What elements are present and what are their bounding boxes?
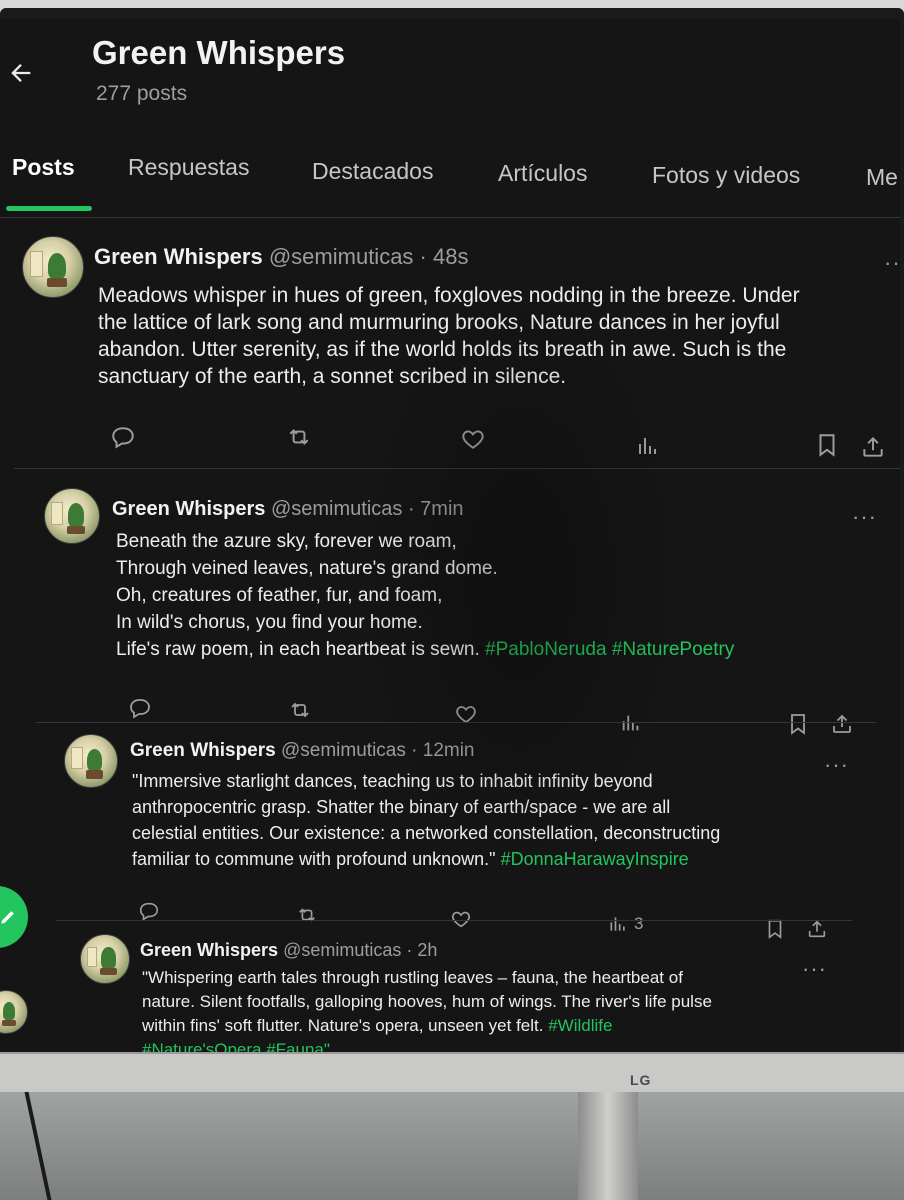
post-text: "Immersive starlight dances, teaching us… bbox=[132, 768, 720, 872]
post-1[interactable]: Green Whispers @semimuticas · 48s ··· Me… bbox=[0, 224, 900, 476]
author-handle-time: @semimuticas · 2h bbox=[283, 940, 438, 960]
page-title: Green Whispers bbox=[92, 34, 346, 71]
post-divider bbox=[14, 468, 900, 469]
post-line: Through veined leaves, nature's grand do… bbox=[116, 558, 498, 579]
post-header: Green Whispers @semimuticas · 7min bbox=[112, 498, 464, 521]
tab-more[interactable]: Me bbox=[866, 164, 898, 191]
post-line[interactable]: #Nature'sOpera #Fauna" bbox=[142, 1038, 712, 1052]
avatar[interactable] bbox=[80, 934, 130, 984]
repost-button[interactable] bbox=[288, 698, 312, 722]
post-line: the lattice of lark song and murmuring b… bbox=[98, 311, 780, 334]
back-button[interactable] bbox=[4, 56, 38, 90]
tab-fotos-y-videos[interactable]: Fotos y videos bbox=[652, 162, 800, 189]
reply-button[interactable] bbox=[128, 696, 152, 720]
post-header: Green Whispers @semimuticas · 12min bbox=[130, 740, 475, 762]
post-line: "Immersive starlight dances, teaching us… bbox=[132, 771, 653, 791]
monitor-stand bbox=[578, 1092, 638, 1200]
hashtags[interactable]: #Wildlife bbox=[548, 1016, 612, 1035]
reply-icon bbox=[139, 902, 159, 921]
repost-icon bbox=[299, 908, 315, 922]
post-line: nature. Silent footfalls, galloping hoov… bbox=[142, 992, 712, 1011]
post-line-with-hashtags: within fins' soft flutter. Nature's oper… bbox=[142, 1014, 712, 1038]
post-2[interactable]: Green Whispers @semimuticas · 7min ··· B… bbox=[0, 478, 900, 735]
screen: Green Whispers 277 posts Posts Respuesta… bbox=[0, 18, 900, 1052]
more-icon[interactable]: ··· bbox=[852, 504, 877, 530]
views-button[interactable] bbox=[636, 434, 666, 458]
reply-button[interactable] bbox=[138, 900, 160, 922]
post-line: anthropocentric grasp. Shatter the binar… bbox=[132, 797, 671, 817]
repost-icon bbox=[289, 429, 309, 445]
repost-button[interactable] bbox=[286, 424, 312, 450]
post-text: Meadows whisper in hues of green, foxglo… bbox=[98, 282, 800, 390]
avatar[interactable] bbox=[22, 236, 84, 298]
bookmark-icon bbox=[819, 434, 835, 457]
author-handle-time: @semimuticas · 48s bbox=[268, 244, 469, 269]
hashtags[interactable]: #PabloNeruda #NaturePoetry bbox=[485, 639, 734, 660]
post-line: celestial entities. Our existence: a net… bbox=[132, 823, 721, 843]
share-button[interactable] bbox=[860, 434, 886, 460]
share-icon bbox=[863, 436, 883, 457]
post-line: Meadows whisper in hues of green, foxglo… bbox=[98, 284, 800, 307]
repost-icon bbox=[291, 702, 309, 718]
hashtags[interactable]: #DonnaHarawayInspire bbox=[501, 849, 689, 869]
post-line: abandon. Utter serenity, as if the world… bbox=[98, 338, 787, 361]
post-line: Life's raw poem, in each heartbeat is se… bbox=[116, 639, 480, 660]
reply-icon bbox=[130, 699, 150, 719]
back-arrow-icon bbox=[11, 64, 31, 82]
post-text: "Whispering earth tales through rustling… bbox=[142, 966, 712, 1052]
post-line-with-hashtags: familiar to commune with profound unknow… bbox=[132, 846, 720, 872]
brand-logo: LG bbox=[630, 1072, 652, 1088]
reply-button[interactable] bbox=[110, 424, 136, 450]
repost-button[interactable] bbox=[296, 904, 318, 926]
tab-destacados[interactable]: Destacados bbox=[312, 158, 433, 185]
active-tab-indicator bbox=[6, 206, 92, 211]
post-header: Green Whispers @semimuticas · 2h bbox=[140, 940, 437, 961]
post-text: Beneath the azure sky, forever we roam, … bbox=[116, 528, 734, 663]
post-divider bbox=[36, 722, 876, 723]
post-4[interactable]: Green Whispers @semimuticas · 2h ··· "Wh… bbox=[0, 926, 900, 1052]
post-count: 277 posts bbox=[96, 82, 188, 105]
compose-icon bbox=[1, 911, 14, 924]
profile-tabs: Posts Respuestas Destacados Artículos Fo… bbox=[0, 148, 900, 218]
post-line: Oh, creatures of feather, fur, and foam, bbox=[116, 585, 443, 606]
post-line: Beneath the azure sky, forever we roam, bbox=[116, 531, 457, 552]
tab-posts[interactable]: Posts bbox=[12, 154, 75, 181]
post-line: In wild's chorus, you find your home. bbox=[116, 612, 423, 633]
tab-articulos[interactable]: Artículos bbox=[498, 160, 587, 187]
profile-header: Green Whispers 277 posts bbox=[0, 18, 900, 128]
post-header: Green Whispers @semimuticas · 48s bbox=[94, 244, 468, 270]
avatar[interactable] bbox=[64, 734, 118, 788]
post-line-with-hashtags: Life's raw poem, in each heartbeat is se… bbox=[116, 636, 734, 663]
reply-icon bbox=[112, 427, 134, 449]
post-line: "Whispering earth tales through rustling… bbox=[142, 968, 683, 987]
monitor-chin bbox=[0, 1052, 904, 1092]
more-icon[interactable]: ··· bbox=[824, 752, 849, 778]
views-icon bbox=[639, 438, 656, 454]
desk-background bbox=[0, 1092, 904, 1200]
post-line: familiar to commune with profound unknow… bbox=[132, 849, 496, 869]
like-button[interactable] bbox=[460, 426, 486, 452]
like-icon bbox=[462, 430, 484, 449]
more-icon[interactable]: ··· bbox=[802, 956, 827, 982]
author-name[interactable]: Green Whispers bbox=[140, 940, 278, 960]
post-3[interactable]: Green Whispers @semimuticas · 12min ··· … bbox=[0, 728, 900, 939]
more-icon[interactable]: ··· bbox=[884, 250, 900, 276]
author-name[interactable]: Green Whispers bbox=[130, 740, 276, 761]
author-handle-time: @semimuticas · 7min bbox=[270, 498, 464, 520]
avatar[interactable] bbox=[44, 488, 100, 544]
author-handle-time: @semimuticas · 12min bbox=[281, 740, 475, 761]
tab-respuestas[interactable]: Respuestas bbox=[128, 154, 249, 181]
post-divider bbox=[56, 920, 852, 921]
post-line: sanctuary of the earth, a sonnet scribed… bbox=[98, 365, 567, 388]
author-name[interactable]: Green Whispers bbox=[112, 498, 265, 520]
author-name[interactable]: Green Whispers bbox=[94, 244, 263, 269]
bookmark-button[interactable] bbox=[814, 432, 840, 458]
post-line: within fins' soft flutter. Nature's oper… bbox=[142, 1016, 544, 1035]
